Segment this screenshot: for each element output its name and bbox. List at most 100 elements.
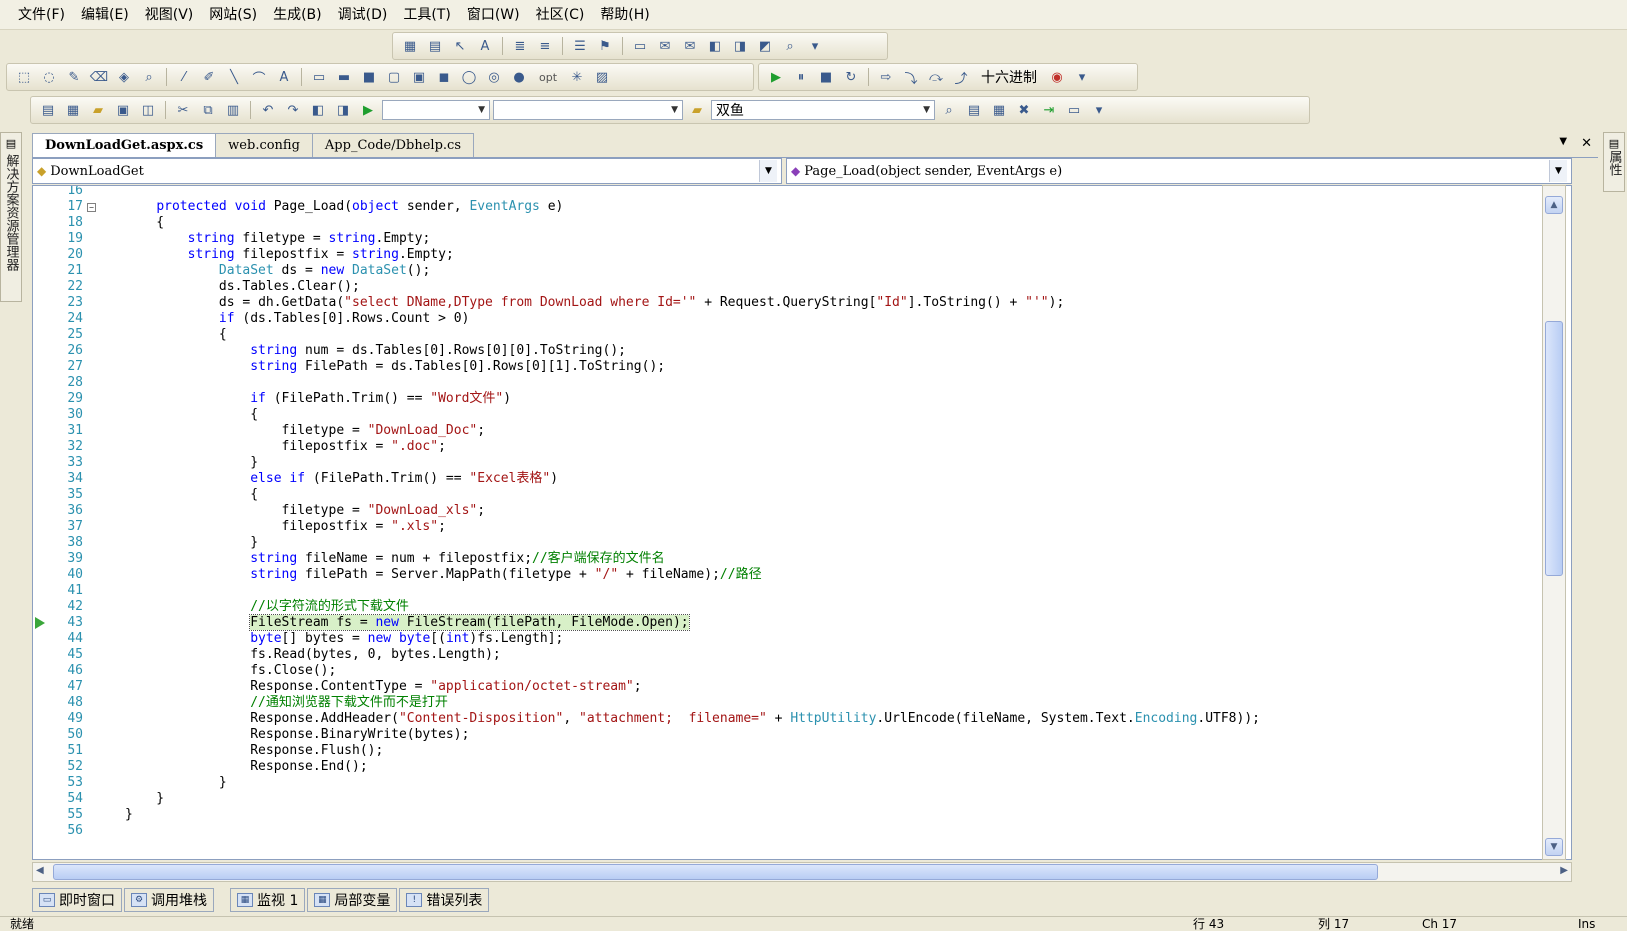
show-next-statement-icon[interactable]: ⇨: [875, 67, 897, 87]
menu-item[interactable]: 视图(V): [137, 4, 202, 26]
font-size-icon[interactable]: A: [474, 36, 496, 56]
code-line[interactable]: 17− protected void Page_Load(object send…: [33, 199, 1543, 215]
vertical-scrollbar[interactable]: ▲ ▼: [1542, 185, 1566, 860]
scroll-left-icon[interactable]: ◀: [36, 865, 44, 876]
code-line[interactable]: 19 string filetype = string.Empty;: [33, 231, 1543, 247]
lasso-icon[interactable]: ◌: [38, 67, 60, 87]
pencil-icon[interactable]: ✎: [63, 67, 85, 87]
code-line[interactable]: 29 if (FilePath.Trim() == "Word文件"): [33, 391, 1543, 407]
command-window-icon[interactable]: ▭: [1063, 100, 1085, 120]
toolbar-overflow-icon[interactable]: ▾: [804, 36, 826, 56]
start-icon[interactable]: ▶: [357, 100, 379, 120]
breakpoints-icon[interactable]: ◉: [1046, 67, 1068, 87]
indent-icon[interactable]: ≣: [509, 36, 531, 56]
code-line[interactable]: 24 if (ds.Tables[0].Rows.Count > 0): [33, 311, 1543, 327]
code-line[interactable]: 40 string filePath = Server.MapPath(file…: [33, 567, 1543, 583]
code-line[interactable]: 48 //通知浏览器下载文件而不是打开: [33, 695, 1543, 711]
code-line[interactable]: 53 }: [33, 775, 1543, 791]
opt-label[interactable]: opt: [533, 71, 563, 84]
code-line[interactable]: 32 filepostfix = ".doc";: [33, 439, 1543, 455]
tab-downloadget[interactable]: DownLoadGet.aspx.cs: [32, 133, 217, 157]
code-line[interactable]: 44 byte[] bytes = new byte[(int)fs.Lengt…: [33, 631, 1543, 647]
pause-icon[interactable]: ⏸: [790, 67, 812, 87]
code-line[interactable]: 52 Response.End();: [33, 759, 1543, 775]
tab-watch[interactable]: ▦ 监视 1: [230, 888, 306, 912]
menu-item[interactable]: 工具(T): [395, 4, 458, 26]
code-line[interactable]: 39 string fileName = num + filepostfix;/…: [33, 551, 1543, 567]
rectangle-solid-icon[interactable]: ■: [358, 67, 380, 87]
tab-immediate-window[interactable]: ▭ 即时窗口: [32, 888, 122, 912]
code-line[interactable]: 37 filepostfix = ".xls";: [33, 519, 1543, 535]
find-combo[interactable]: 双鱼 ▼: [711, 100, 935, 120]
bookmark-prev-icon[interactable]: ◧: [704, 36, 726, 56]
step-over-icon[interactable]: ⤼: [925, 67, 947, 87]
code-line[interactable]: 43 FileStream fs = new FileStream(filePa…: [33, 614, 1543, 631]
frame-icon[interactable]: ▭: [629, 36, 651, 56]
menu-item[interactable]: 帮助(H): [592, 4, 657, 26]
airbrush-icon[interactable]: ✐: [198, 67, 220, 87]
layout-grid-icon[interactable]: ▤: [424, 36, 446, 56]
properties-tab[interactable]: ▤ 属性: [1603, 132, 1625, 192]
uncomment-icon[interactable]: ✉: [679, 36, 701, 56]
horizontal-scrollbar[interactable]: ◀ ▶: [32, 862, 1572, 882]
code-line[interactable]: 54 }: [33, 791, 1543, 807]
rounded-rect-icon[interactable]: ▢: [383, 67, 405, 87]
fill-icon[interactable]: ◈: [113, 67, 135, 87]
code-line[interactable]: 25 {: [33, 327, 1543, 343]
find-in-files-icon[interactable]: ▰: [686, 100, 708, 120]
bookmark-icon[interactable]: ⚑: [594, 36, 616, 56]
class-combo[interactable]: ◆ DownLoadGet ▼: [32, 158, 782, 184]
menu-item[interactable]: 社区(C): [528, 4, 593, 26]
zoom-icon[interactable]: ⌕: [138, 67, 160, 87]
text-icon[interactable]: A: [273, 67, 295, 87]
bookmark-next-icon[interactable]: ◨: [729, 36, 751, 56]
hex-toggle-button[interactable]: 十六进制: [975, 67, 1043, 87]
solution-explorer-tab[interactable]: ▤ 解决方案资源管理器: [0, 132, 22, 302]
menu-item[interactable]: 调试(D): [330, 4, 396, 26]
brush-icon[interactable]: ⁄: [173, 67, 195, 87]
code-line[interactable]: 36 filetype = "DownLoad_xls";: [33, 503, 1543, 519]
code-line[interactable]: 56: [33, 823, 1543, 839]
navigate-back-icon[interactable]: ◧: [307, 100, 329, 120]
vertical-scroll-thumb[interactable]: [1545, 321, 1563, 576]
step-out-icon[interactable]: ⤴: [950, 67, 972, 87]
find-icon[interactable]: ⌕: [779, 36, 801, 56]
curve-icon[interactable]: ⌒: [248, 67, 270, 87]
menu-item[interactable]: 窗口(W): [459, 4, 528, 26]
code-line[interactable]: 38 }: [33, 535, 1543, 551]
tab-locals[interactable]: ▦ 局部变量: [307, 888, 398, 912]
stop-icon[interactable]: ■: [815, 67, 837, 87]
solution-explorer-icon[interactable]: ⌕: [938, 100, 960, 120]
image-icon[interactable]: ▨: [591, 67, 613, 87]
code-line[interactable]: 23 ds = dh.GetData("select DName,DType f…: [33, 295, 1543, 311]
line-icon[interactable]: ╲: [223, 67, 245, 87]
code-line[interactable]: 33 }: [33, 455, 1543, 471]
scroll-right-icon[interactable]: ▶: [1560, 865, 1568, 876]
save-all-icon[interactable]: ◫: [137, 100, 159, 120]
copy-icon[interactable]: ⧉: [197, 100, 219, 120]
rounded-rect-filled-icon[interactable]: ▣: [408, 67, 430, 87]
toolbar-overflow-icon[interactable]: ▾: [1088, 100, 1110, 120]
code-line[interactable]: 27 string FilePath = ds.Tables[0].Rows[0…: [33, 359, 1543, 375]
code-line[interactable]: 26 string num = ds.Tables[0].Rows[0][0].…: [33, 343, 1543, 359]
tab-error-list[interactable]: ! 错误列表: [399, 888, 490, 912]
outdent-icon[interactable]: ≡: [534, 36, 556, 56]
new-project-icon[interactable]: ▤: [37, 100, 59, 120]
code-line[interactable]: 18 {: [33, 215, 1543, 231]
code-line[interactable]: 51 Response.Flush();: [33, 743, 1543, 759]
eraser-icon[interactable]: ⌫: [88, 67, 110, 87]
toolbox-icon[interactable]: ✖: [1013, 100, 1035, 120]
tab-web-config[interactable]: web.config: [215, 133, 313, 157]
redo-icon[interactable]: ↷: [282, 100, 304, 120]
menu-item[interactable]: 生成(B): [265, 4, 330, 26]
code-line[interactable]: 30 {: [33, 407, 1543, 423]
code-line[interactable]: 42 //以字符流的形式下载文件: [33, 599, 1543, 615]
code-line[interactable]: 22 ds.Tables.Clear();: [33, 279, 1543, 295]
collapse-icon[interactable]: −: [87, 203, 96, 212]
properties-icon[interactable]: ▤: [963, 100, 985, 120]
scroll-up-icon[interactable]: ▲: [1545, 196, 1563, 214]
code-line[interactable]: 55}: [33, 807, 1543, 823]
ellipse-solid-icon[interactable]: ●: [508, 67, 530, 87]
code-line[interactable]: 31 filetype = "DownLoad_Doc";: [33, 423, 1543, 439]
code-line[interactable]: 41: [33, 583, 1543, 599]
